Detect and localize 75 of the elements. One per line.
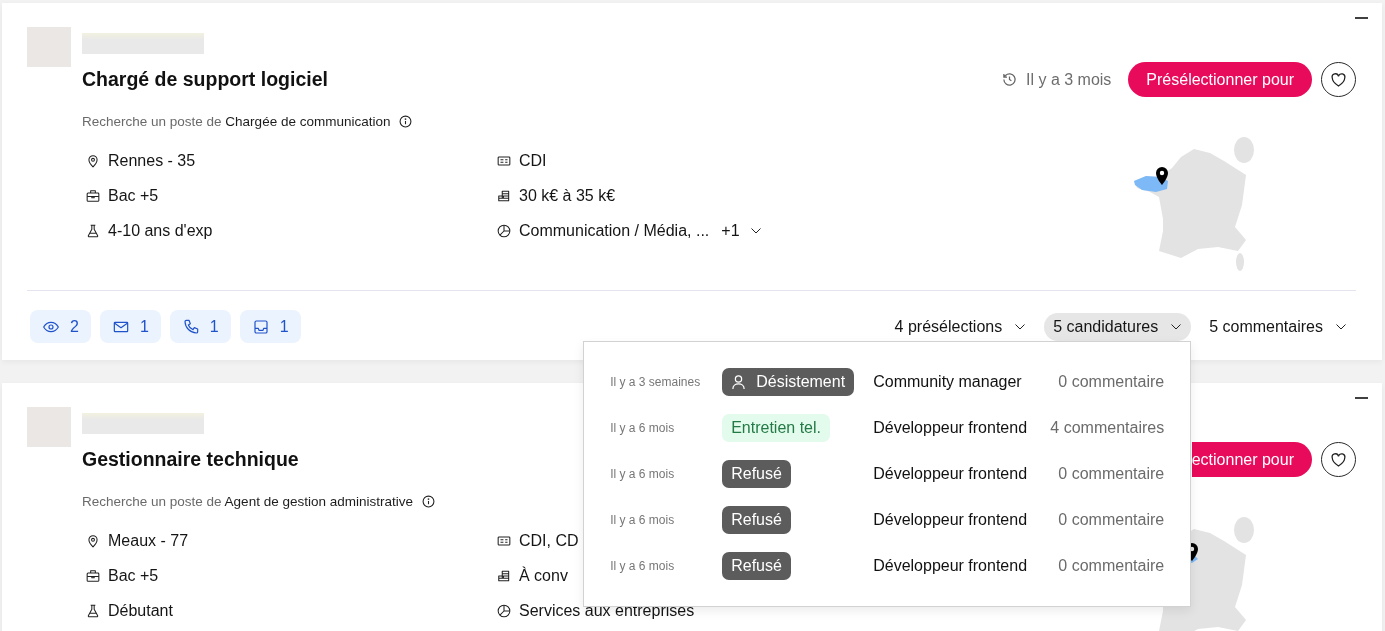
detail-text: Meaux - 77: [108, 532, 189, 550]
flask-icon: [86, 604, 100, 618]
application-date: Il y a 6 mois: [610, 558, 676, 573]
map-pin-icon: [1156, 167, 1168, 185]
flask-icon: [86, 224, 100, 238]
briefcase-icon: [86, 569, 100, 583]
application-role: Community manager: [873, 372, 1023, 391]
dropdown-toggle[interactable]: 5 commentaires: [1200, 312, 1356, 341]
highlighted-region: [1134, 176, 1168, 192]
history-icon: [1002, 72, 1017, 87]
map-pin-icon: [86, 534, 100, 548]
more-sectors-button[interactable]: +1: [721, 222, 762, 240]
application-role: Développeur frontend: [873, 464, 1029, 483]
stat-chip[interactable]: 1: [239, 310, 301, 343]
pie-chart-icon: [497, 224, 511, 238]
logo-placeholder: [27, 27, 71, 67]
favorite-button[interactable]: [1321, 442, 1356, 477]
application-date: Il y a 6 mois: [610, 466, 676, 481]
shortlist-button[interactable]: ectionner pour: [1191, 442, 1312, 477]
info-icon[interactable]: [399, 114, 413, 128]
shortlist-button[interactable]: Présélectionner pour: [1128, 62, 1312, 97]
status-label: Refusé: [731, 464, 782, 483]
application-date: Il y a 3 semaines: [610, 374, 702, 389]
searched-position-text: Recherche un poste de Chargée de communication: [82, 113, 391, 129]
comment-count: 0 commentaire: [1058, 556, 1165, 575]
person-icon: [731, 373, 747, 390]
detail-text: Bac +5: [108, 567, 159, 585]
application-role: Développeur frontend: [873, 556, 1029, 575]
heart-icon: [1331, 452, 1346, 467]
detail-text: CDI: [519, 152, 547, 170]
detail-text: Bac +5: [108, 187, 159, 205]
inbox-tray-icon: [251, 318, 270, 335]
pie-chart-icon: [497, 604, 511, 618]
coins-icon: [497, 569, 511, 583]
heart-icon: [1331, 72, 1346, 87]
minus-icon: [1354, 397, 1368, 399]
application-date: Il y a 6 mois: [610, 420, 676, 435]
briefcase-icon: [86, 189, 100, 203]
stat-chip[interactable]: 2: [30, 310, 91, 343]
dropdown-toggle[interactable]: 4 présélections: [885, 312, 1036, 341]
id-card-icon: [497, 534, 511, 548]
status-label: Désistement: [756, 372, 846, 391]
detail-text: Débutant: [108, 602, 173, 620]
stat-chip[interactable]: 1: [169, 310, 231, 343]
detail-text: 4-10 ans d'exp: [108, 222, 213, 240]
comment-count: 4 commentaires: [1050, 418, 1165, 437]
application-role: Développeur frontend: [873, 418, 1029, 437]
minus-icon: [1354, 17, 1368, 19]
detail-text: Communication / Média, ...: [519, 222, 710, 240]
detail-text: À conv: [519, 567, 568, 585]
application-role: Développeur frontend: [873, 510, 1029, 529]
phone-icon: [181, 318, 200, 335]
favorite-button[interactable]: [1321, 62, 1356, 97]
comment-count: 0 commentaire: [1058, 372, 1165, 391]
id-card-icon: [497, 154, 511, 168]
dropdown-toggle[interactable]: 5 candidatures: [1044, 312, 1192, 341]
status-label: Refusé: [731, 510, 782, 529]
coins-icon: [497, 189, 511, 203]
map-pin-icon: [86, 154, 100, 168]
detail-text: Rennes - 35: [108, 152, 196, 170]
comment-count: 0 commentaire: [1058, 510, 1165, 529]
detail-text: Services aux entreprises: [519, 602, 695, 620]
searched-position-text: Recherche un poste de Agent de gestion administrative: [82, 493, 413, 509]
logo-placeholder: [27, 407, 71, 447]
comment-count: 0 commentaire: [1058, 464, 1165, 483]
info-icon[interactable]: [422, 494, 435, 508]
detail-text: 30 k€ à 35 k€: [519, 187, 616, 205]
status-label: Refusé: [731, 556, 782, 575]
job-title: Gestionnaire technique: [82, 447, 299, 471]
application-date: Il y a 6 mois: [610, 512, 676, 527]
posted-time: Il y a 3 mois: [1026, 70, 1112, 89]
job-title: Chargé de support logiciel: [82, 67, 328, 91]
detail-text: CDI, CD: [519, 532, 579, 550]
status-label: Entretien tel.: [731, 418, 821, 437]
stat-chip[interactable]: 1: [99, 310, 161, 343]
